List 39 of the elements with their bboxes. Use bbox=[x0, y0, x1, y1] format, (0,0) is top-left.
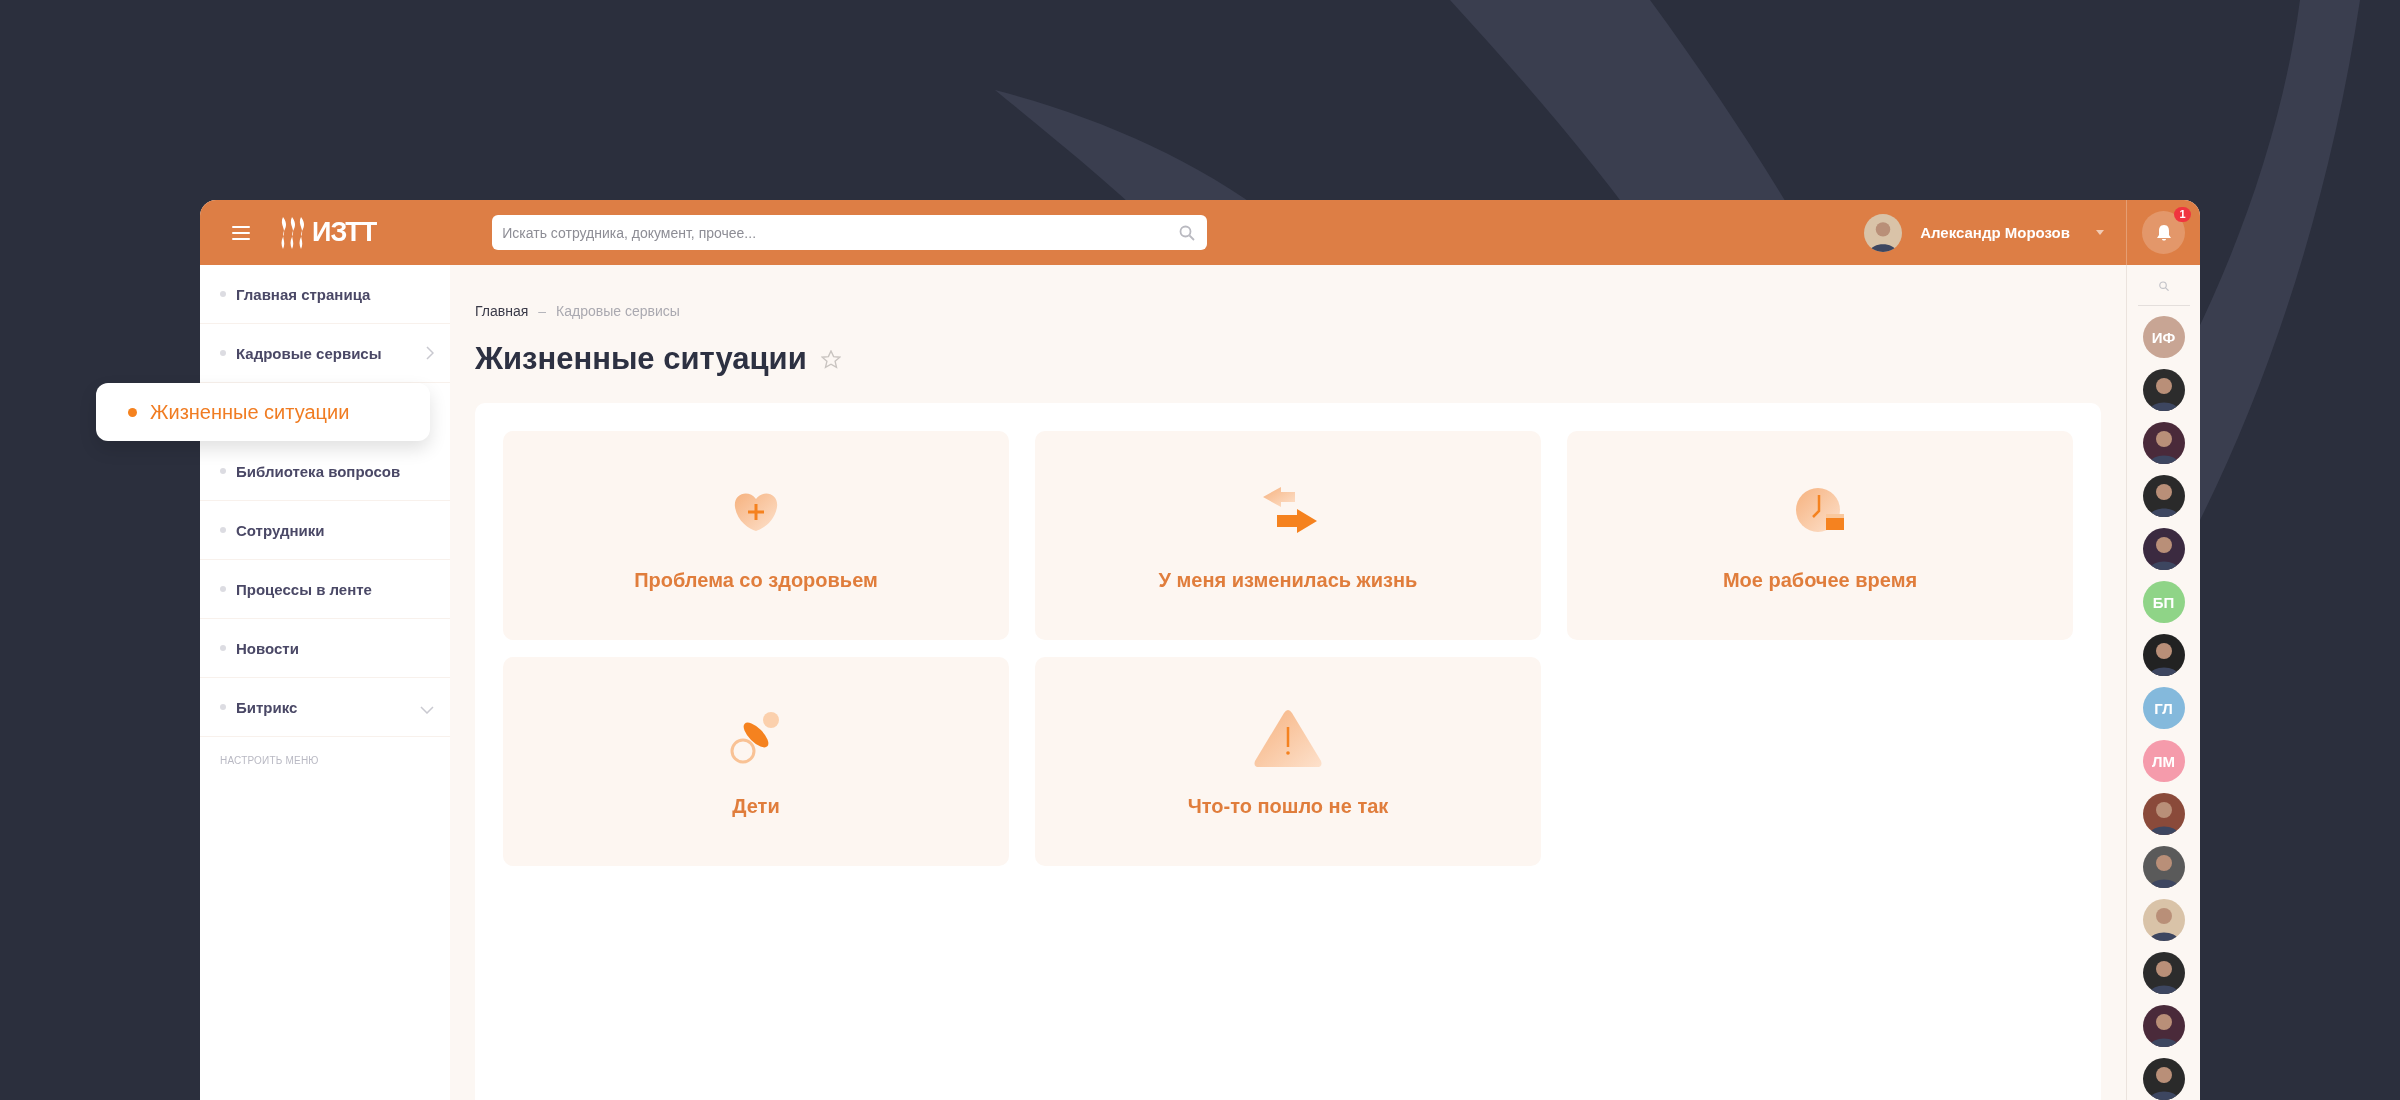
avatar-icon[interactable] bbox=[2142, 1058, 2185, 1100]
contact-avatar[interactable]: ЛМ bbox=[2142, 740, 2185, 782]
star-icon[interactable] bbox=[820, 350, 841, 369]
avatar-icon[interactable] bbox=[2142, 952, 2185, 994]
search-field[interactable]: Искать сотрудника, документ, прочее... bbox=[492, 215, 1208, 250]
notification-badge: 1 bbox=[2174, 207, 2191, 222]
situation-card[interactable]: Мое рабочее время bbox=[1567, 431, 2073, 640]
contact-avatar[interactable]: ГЛ bbox=[2142, 687, 2185, 729]
contact-avatar[interactable]: ИФ bbox=[2142, 316, 2185, 358]
bell-icon bbox=[2155, 223, 2172, 242]
contact-avatar[interactable]: БП bbox=[2142, 581, 2185, 623]
breadcrumb-link[interactable]: Кадровые сервисы bbox=[556, 303, 680, 319]
avatar-icon[interactable] bbox=[2142, 793, 2185, 835]
card-title: У меня изменилась жизнь bbox=[1158, 569, 1418, 592]
card-title: Проблема со здоровьем bbox=[634, 569, 878, 592]
avatar-icon[interactable] bbox=[2142, 369, 2185, 411]
card-title: Что-то пошло не так bbox=[1187, 795, 1389, 818]
logo-text: ИЗТТ bbox=[312, 217, 377, 248]
menu-button[interactable] bbox=[232, 225, 250, 240]
page-title: Жизненные ситуации bbox=[475, 341, 807, 377]
card-title: Дети bbox=[732, 795, 780, 818]
breadcrumb-link[interactable]: Главная bbox=[475, 303, 529, 319]
avatar-icon[interactable] bbox=[2142, 528, 2185, 570]
situation-card[interactable]: Проблема со здоровьем bbox=[503, 431, 1009, 640]
situation-card[interactable]: У меня изменилась жизнь bbox=[1035, 431, 1541, 640]
configure-menu-link[interactable]: НАСТРОИТЬ МЕНЮ bbox=[220, 755, 319, 766]
notification-button[interactable] bbox=[2142, 211, 2185, 254]
sidebar-item[interactable]: Жизненные ситуации bbox=[96, 383, 430, 441]
user-name[interactable]: Александр Морозов bbox=[1920, 224, 2070, 241]
avatar-icon[interactable] bbox=[2142, 1005, 2185, 1047]
avatar-icon[interactable] bbox=[2142, 634, 2185, 676]
avatar-icon[interactable] bbox=[2142, 475, 2185, 517]
situation-card[interactable]: Дети bbox=[503, 657, 1009, 866]
situation-card[interactable]: Что-то пошло не так bbox=[1035, 657, 1541, 866]
avatar-icon[interactable] bbox=[2142, 899, 2185, 941]
breadcrumb-separator: – bbox=[538, 303, 547, 319]
avatar-icon[interactable] bbox=[2142, 846, 2185, 888]
avatar-icon[interactable] bbox=[2142, 422, 2185, 464]
card-title: Мое рабочее время bbox=[1722, 569, 1918, 592]
